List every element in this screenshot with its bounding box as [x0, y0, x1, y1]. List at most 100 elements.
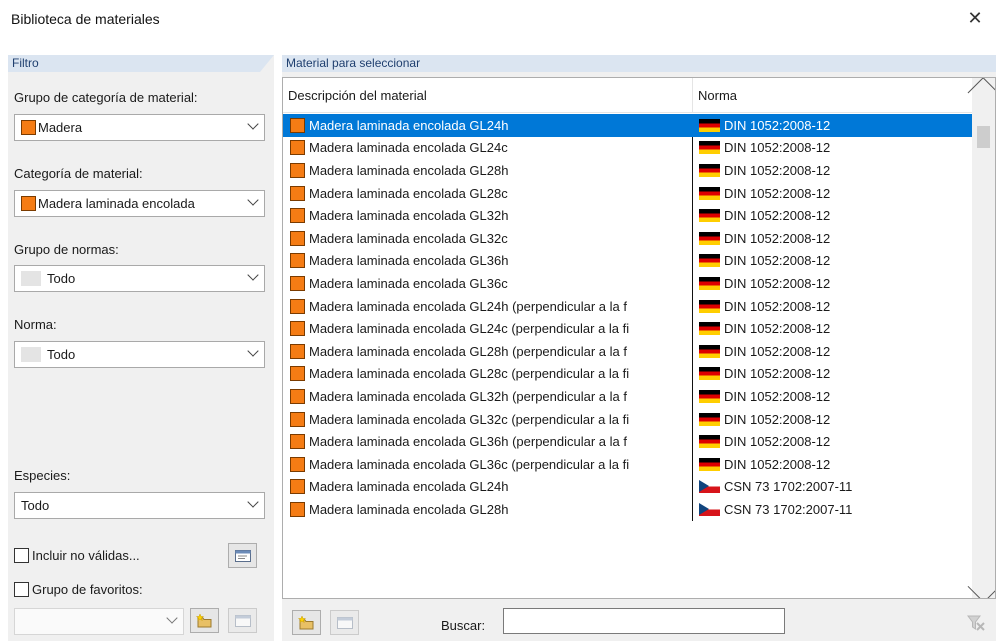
filter-header: Filtro — [8, 55, 274, 72]
material-row[interactable]: Madera laminada encolada GL28h (perpendi… — [283, 339, 973, 363]
material-description: Madera laminada encolada GL28h — [309, 162, 509, 178]
material-norm: DIN 1052:2008-12 — [724, 162, 831, 178]
material-norm-cell: DIN 1052:2008-12 — [693, 363, 973, 386]
material-row[interactable]: Madera laminada encolada GL36c (perpendi… — [283, 452, 973, 476]
filter-panel: Filtro Grupo de categoría de material: M… — [8, 55, 274, 641]
category-select[interactable]: Madera laminada encolada — [14, 190, 265, 217]
material-description-cell: Madera laminada encolada GL28h — [283, 498, 693, 521]
close-button[interactable]: ✕ — [960, 4, 990, 32]
material-row[interactable]: Madera laminada encolada GL24c DIN 1052:2… — [283, 136, 973, 160]
material-norm-cell: DIN 1052:2008-12 — [693, 137, 973, 160]
germany-flag-icon — [699, 322, 720, 336]
orange-color-swatch-icon — [290, 117, 305, 133]
orange-color-swatch-icon — [290, 434, 305, 450]
scroll-down-button[interactable] — [967, 571, 995, 598]
material-row[interactable]: Madera laminada encolada GL32c (perpendi… — [283, 407, 973, 431]
material-description: Madera laminada encolada GL24h (perpendi… — [309, 298, 627, 314]
category-value: Madera laminada encolada — [38, 196, 195, 211]
scroll-thumb[interactable] — [977, 126, 990, 148]
material-row[interactable]: Madera laminada encolada GL32h (perpendi… — [283, 385, 973, 408]
material-norm-cell: DIN 1052:2008-12 — [693, 430, 973, 453]
category-group-select[interactable]: Madera — [14, 114, 265, 141]
orange-color-swatch-icon — [290, 456, 305, 472]
material-description: Madera laminada encolada GL36c — [309, 275, 508, 291]
material-norm: DIN 1052:2008-12 — [724, 230, 831, 246]
favorites-group-select[interactable] — [14, 608, 184, 635]
material-norm: CSN 73 1702:2007-11 — [724, 501, 853, 517]
clear-search-button[interactable] — [961, 610, 990, 635]
material-description-cell: Madera laminada encolada GL32c — [283, 226, 693, 250]
material-norm-cell: DIN 1052:2008-12 — [693, 272, 973, 295]
species-select[interactable]: Todo — [14, 492, 265, 519]
material-description-cell: Madera laminada encolada GL36h (perpendi… — [283, 430, 693, 453]
material-row[interactable]: Madera laminada encolada GL28h DIN 1052:2… — [283, 159, 973, 182]
column-header-norm[interactable]: Norma — [693, 78, 973, 112]
material-description-cell: Madera laminada encolada GL24h — [283, 475, 693, 499]
norm-select[interactable]: Todo — [14, 341, 265, 368]
checkbox-box[interactable] — [14, 582, 29, 597]
material-row[interactable]: Madera laminada encolada GL24h (perpendi… — [283, 294, 973, 318]
include-invalid-label: Incluir no válidas... — [32, 548, 140, 563]
edit-favorites-group-button[interactable] — [228, 608, 257, 633]
material-norm-cell: DIN 1052:2008-12 — [693, 114, 973, 137]
orange-color-swatch-icon — [290, 298, 305, 314]
new-favorites-group-button[interactable] — [190, 608, 219, 633]
material-norm: DIN 1052:2008-12 — [724, 321, 831, 337]
material-row[interactable]: Madera laminada encolada GL24c (perpendi… — [283, 317, 973, 340]
norm-group-select[interactable]: Todo — [14, 265, 265, 292]
material-row[interactable]: Madera laminada encolada GL32h DIN 1052:2… — [283, 204, 973, 227]
material-norm-cell: DIN 1052:2008-12 — [693, 453, 973, 476]
include-invalid-checkbox[interactable]: Incluir no válidas... — [14, 548, 140, 563]
material-description-cell: Madera laminada encolada GL28c — [283, 181, 693, 205]
material-norm: DIN 1052:2008-12 — [724, 456, 831, 472]
material-list[interactable]: Descripción del material Norma Madera la… — [282, 77, 996, 599]
chevron-down-icon — [247, 345, 259, 357]
germany-flag-icon — [699, 435, 720, 449]
edit-material-button[interactable] — [330, 610, 359, 635]
orange-color-swatch-icon — [290, 343, 305, 359]
material-description: Madera laminada encolada GL36c (perpendi… — [309, 456, 630, 472]
scroll-up-button[interactable] — [967, 78, 995, 109]
edit-invalid-button[interactable] — [228, 543, 257, 568]
material-row[interactable]: Madera laminada encolada GL36h DIN 1052:2… — [283, 249, 973, 273]
chevron-down-icon — [247, 118, 259, 130]
chevron-down-icon — [247, 194, 259, 206]
material-row[interactable]: Madera laminada encolada GL28c DIN 1052:2… — [283, 181, 973, 205]
material-row[interactable]: Madera laminada encolada GL36c DIN 1052:2… — [283, 272, 973, 295]
material-row[interactable]: Madera laminada encolada GL28h CSN 73 170… — [283, 498, 973, 521]
material-row[interactable]: Madera laminada encolada GL24h DIN 1052:2… — [283, 114, 973, 137]
material-row[interactable]: Madera laminada encolada GL24h CSN 73 170… — [283, 475, 973, 499]
material-row[interactable]: Madera laminada encolada GL36h (perpendi… — [283, 430, 973, 453]
column-header-description[interactable]: Descripción del material — [283, 78, 693, 112]
material-description: Madera laminada encolada GL28c (perpendi… — [309, 366, 630, 382]
clear-filter-icon — [966, 615, 985, 631]
germany-flag-icon — [699, 457, 720, 471]
material-norm-cell: DIN 1052:2008-12 — [693, 182, 973, 205]
category-group-label: Grupo de categoría de material: — [14, 90, 198, 105]
new-material-button[interactable] — [292, 610, 321, 635]
material-norm: DIN 1052:2008-12 — [724, 275, 831, 291]
material-norm-cell: CSN 73 1702:2007-11 — [693, 476, 973, 499]
orange-color-swatch-icon — [290, 366, 305, 382]
checkbox-box[interactable] — [14, 548, 29, 563]
material-norm-cell: DIN 1052:2008-12 — [693, 317, 973, 340]
material-norm: DIN 1052:2008-12 — [724, 366, 831, 382]
material-description: Madera laminada encolada GL28h — [309, 501, 509, 517]
material-norm-cell: DIN 1052:2008-12 — [693, 250, 973, 273]
material-norm-cell: DIN 1052:2008-12 — [693, 227, 973, 250]
material-norm-cell: DIN 1052:2008-12 — [693, 340, 973, 363]
material-row[interactable]: Madera laminada encolada GL32c DIN 1052:2… — [283, 226, 973, 250]
material-description: Madera laminada encolada GL32c (perpendi… — [309, 411, 630, 427]
search-input[interactable] — [503, 608, 785, 634]
orange-color-swatch-icon — [290, 411, 305, 427]
edit-icon — [336, 616, 353, 629]
vertical-scrollbar[interactable] — [967, 78, 995, 598]
material-description: Madera laminada encolada GL32c — [309, 230, 508, 246]
chevron-down-icon — [166, 612, 178, 624]
orange-color-swatch-icon — [290, 388, 305, 404]
material-description: Madera laminada encolada GL32h — [309, 208, 509, 224]
material-description-cell: Madera laminada encolada GL24c (perpendi… — [283, 317, 693, 340]
material-norm: DIN 1052:2008-12 — [724, 343, 831, 359]
favorites-group-checkbox[interactable]: Grupo de favoritos: — [14, 582, 143, 597]
material-row[interactable]: Madera laminada encolada GL28c (perpendi… — [283, 362, 973, 386]
